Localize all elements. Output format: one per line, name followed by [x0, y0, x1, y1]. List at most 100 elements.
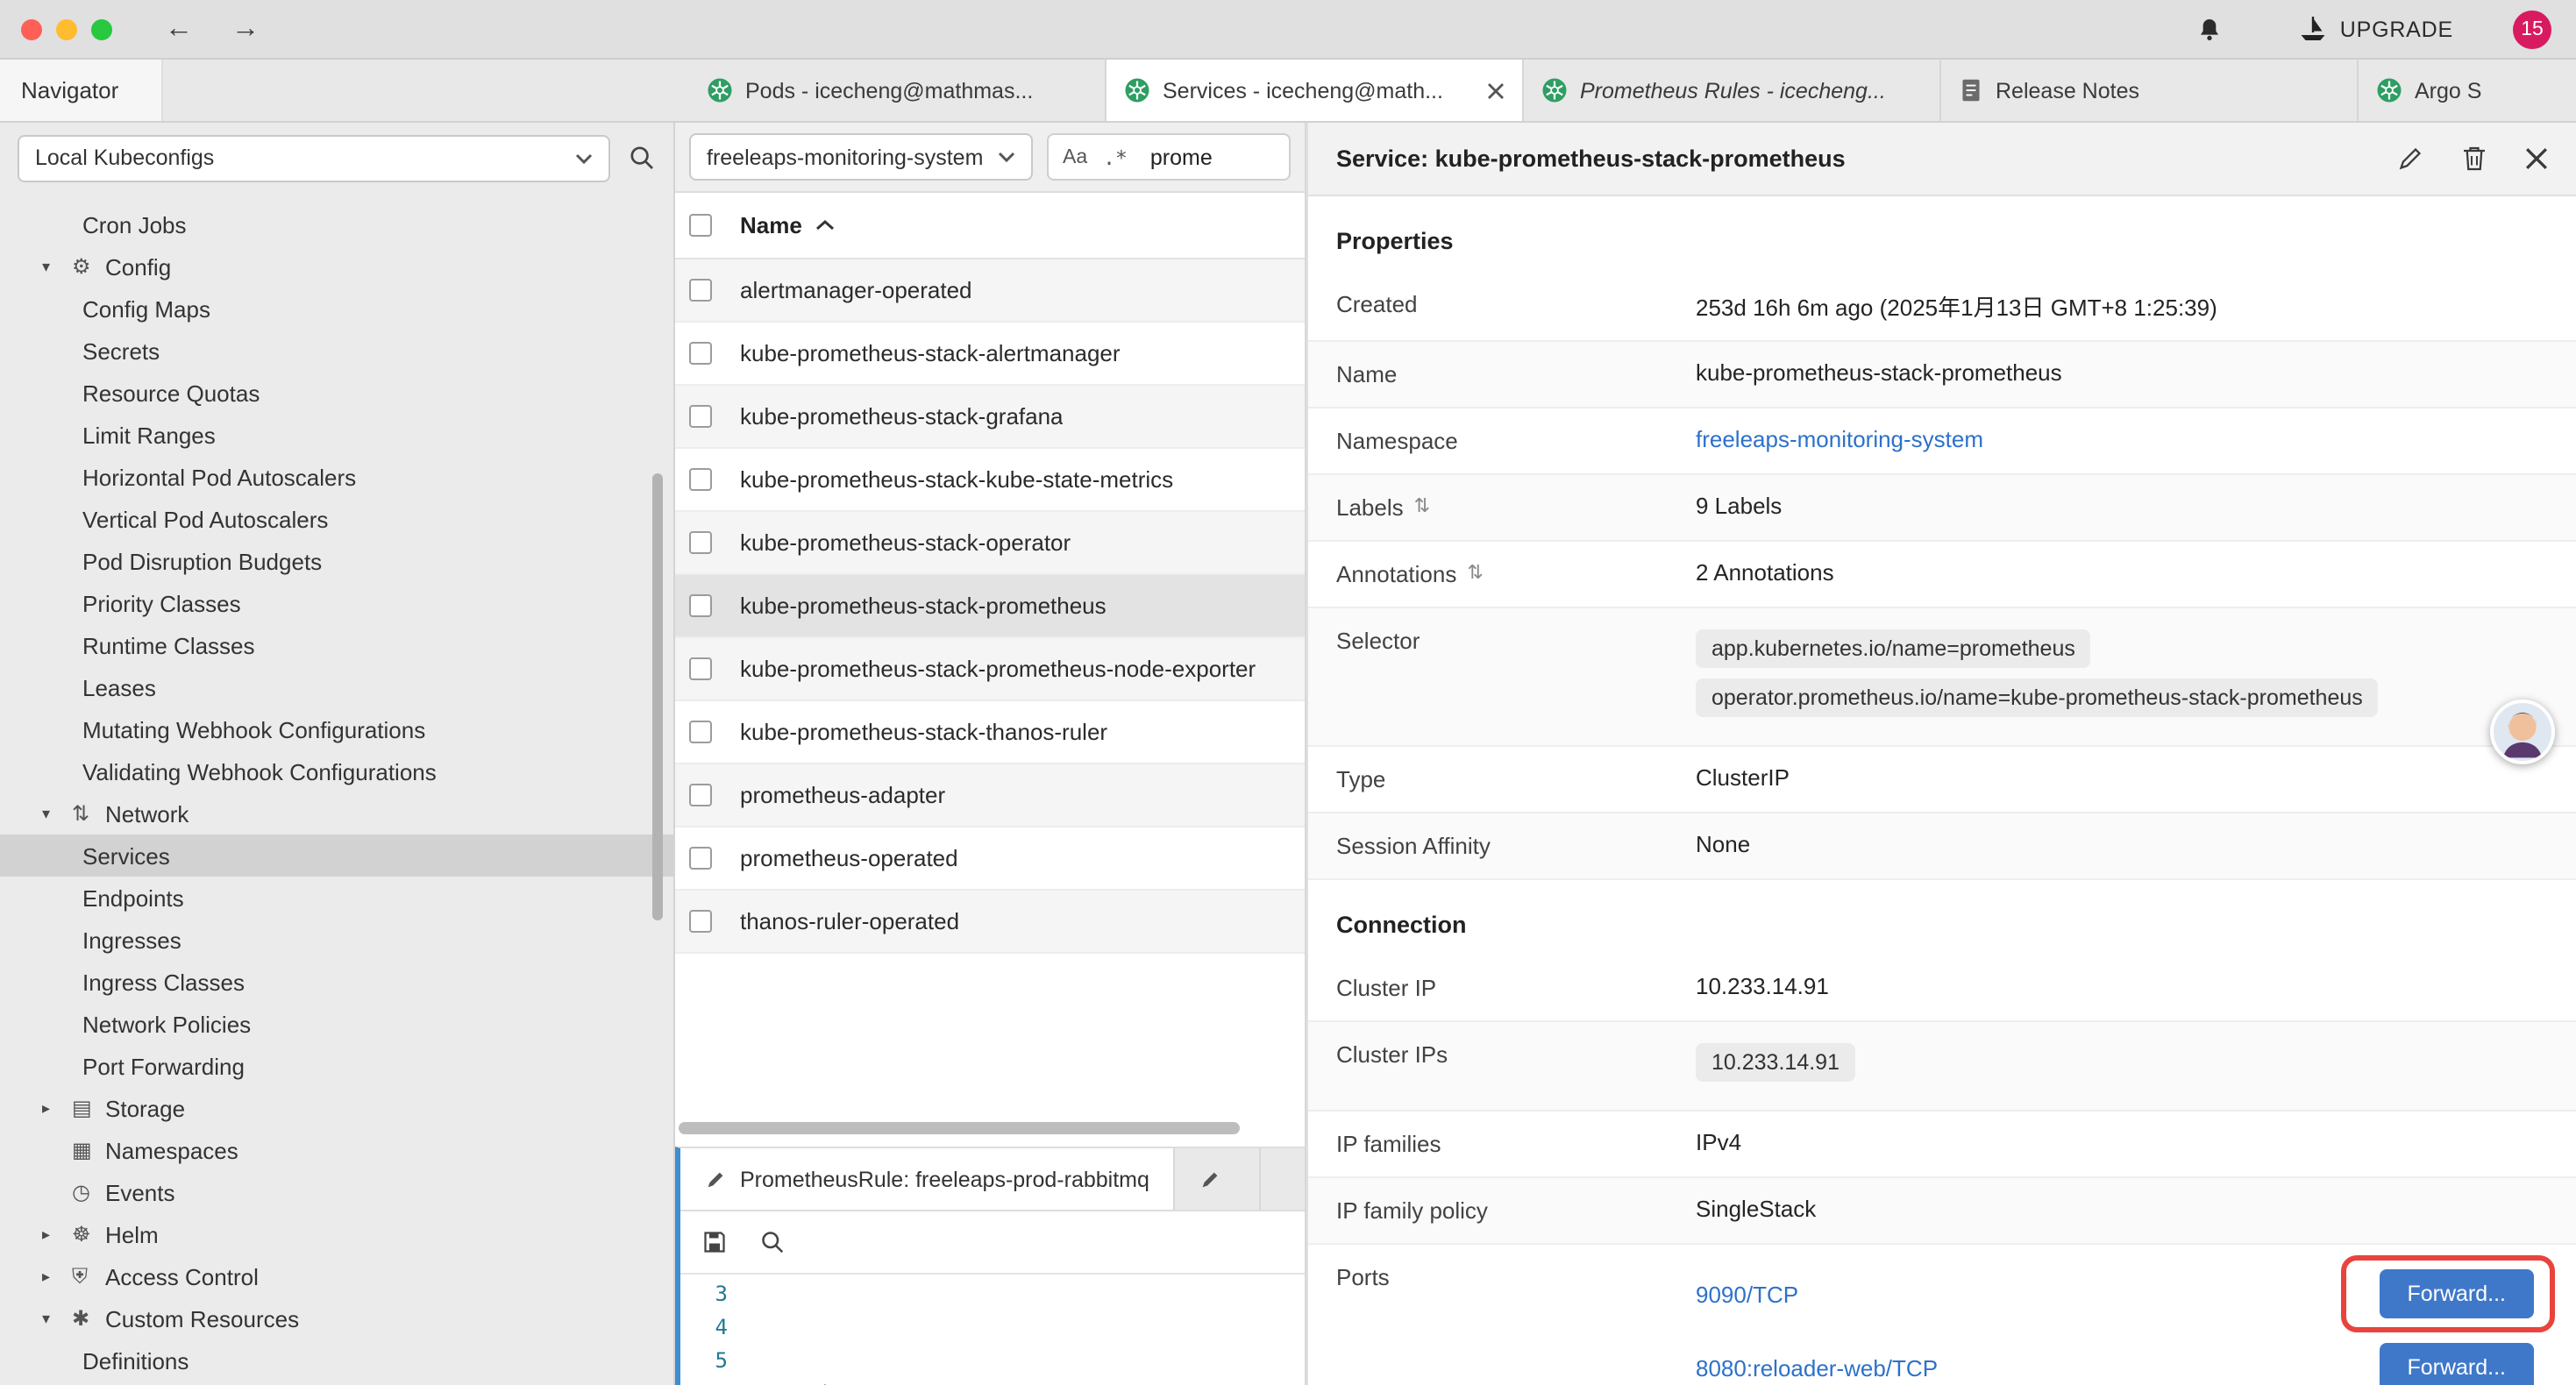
sidebar-item[interactable]: ▸ ☸ Helm	[0, 1213, 673, 1255]
row-checkbox[interactable]	[689, 847, 712, 870]
sort-toggle-icon[interactable]: ⇅	[1467, 561, 1483, 584]
sidebar-item[interactable]: ▸ ⛨ Access Control	[0, 1255, 673, 1297]
dock-tab[interactable]: PrometheusRule: freeleaps-prod-rabbitmq	[680, 1148, 1176, 1210]
back-button[interactable]: ←	[165, 15, 193, 43]
chevron-down-icon	[575, 152, 593, 164]
port-link[interactable]: 8080:reloader-web/TCP	[1696, 1354, 1938, 1381]
row-checkbox[interactable]	[689, 721, 712, 743]
select-all-checkbox[interactable]	[689, 214, 712, 237]
close-drawer-icon[interactable]	[2525, 147, 2548, 170]
sidebar-item[interactable]: ▾ ✱ Custom Resources	[0, 1297, 673, 1339]
sidebar-item[interactable]: ▸ ▤ Storage	[0, 1087, 673, 1129]
minimize-window-button[interactable]	[56, 18, 77, 39]
service-row[interactable]: kube-prometheus-stack-alertmanager	[675, 323, 1305, 386]
sidebar-item[interactable]: Endpoints	[0, 877, 673, 919]
sidebar-item[interactable]: Priority Classes	[0, 582, 673, 624]
sidebar-item[interactable]: Vertical Pod Autoscalers	[0, 498, 673, 540]
chevron-right-icon[interactable]: ▸	[42, 1225, 72, 1244]
port-forward-button[interactable]: Forward...	[2379, 1269, 2534, 1318]
sidebar-item[interactable]: Mutating Webhook Configurations	[0, 708, 673, 750]
service-row[interactable]: alertmanager-operated	[675, 259, 1305, 323]
service-row[interactable]: kube-prometheus-stack-operator	[675, 512, 1305, 575]
service-row[interactable]: prometheus-operated	[675, 827, 1305, 891]
chevron-down-icon[interactable]: ▾	[42, 804, 72, 823]
app-tab[interactable]: Prometheus Rules - icecheng...	[1524, 60, 1941, 121]
service-row[interactable]: kube-prometheus-stack-grafana	[675, 386, 1305, 449]
row-checkbox[interactable]	[689, 657, 712, 680]
chevron-right-icon[interactable]: ▸	[42, 1267, 72, 1286]
sidebar-item[interactable]: Limit Ranges	[0, 414, 673, 456]
delete-service-icon[interactable]	[2462, 146, 2487, 172]
sidebar-item[interactable]: ▾ ⇅ Network	[0, 792, 673, 835]
row-checkbox[interactable]	[689, 279, 712, 302]
property-row: Created 253d 16h 6m ago (2025年1月13日 GMT+…	[1308, 272, 2576, 342]
service-row[interactable]: kube-prometheus-stack-prometheus	[675, 575, 1305, 638]
sort-ascending-icon[interactable]	[816, 219, 836, 231]
sidebar-scrollbar[interactable]	[652, 473, 663, 920]
notifications-bell-icon[interactable]	[2196, 15, 2224, 43]
sidebar-item[interactable]: Ingress Classes	[0, 961, 673, 1003]
row-checkbox[interactable]	[689, 910, 712, 933]
dock-tab[interactable]	[1176, 1148, 1262, 1210]
notification-count-badge[interactable]: 15	[2513, 10, 2551, 48]
sidebar-item[interactable]: Secrets	[0, 330, 673, 372]
namespace-select[interactable]: freeleaps-monitoring-system	[689, 133, 1033, 181]
chevron-right-icon[interactable]: ▸	[42, 1098, 72, 1118]
port-forward-button[interactable]: Forward...	[2379, 1343, 2534, 1385]
service-row[interactable]: prometheus-adapter	[675, 764, 1305, 827]
service-row[interactable]: kube-prometheus-stack-thanos-ruler	[675, 701, 1305, 764]
sidebar-item[interactable]: Cron Jobs	[0, 203, 673, 245]
forward-button[interactable]: →	[231, 15, 260, 43]
sidebar-item[interactable]: Pod Disruption Budgets	[0, 540, 673, 582]
app-tab[interactable]: Argo S	[2359, 60, 2576, 121]
zoom-window-button[interactable]	[91, 18, 112, 39]
app-tab[interactable]: Release Notes	[1941, 60, 2359, 121]
row-checkbox[interactable]	[689, 784, 712, 806]
sidebar-item[interactable]: ▾ ⚙ Config	[0, 245, 673, 288]
search-box[interactable]: Aa .* prome	[1047, 133, 1291, 181]
regex-toggle[interactable]: .*	[1103, 145, 1128, 169]
sort-toggle-icon[interactable]: ⇅	[1414, 494, 1430, 517]
sidebar-item[interactable]: Services	[0, 835, 673, 877]
sidebar-item[interactable]: Leases	[0, 666, 673, 708]
service-row[interactable]: kube-prometheus-stack-prometheus-node-ex…	[675, 638, 1305, 701]
app-tab[interactable]: Services - icecheng@math...	[1107, 60, 1524, 121]
sidebar-item[interactable]: Ingresses	[0, 919, 673, 961]
app-tab[interactable]: Pods - icecheng@mathmas...	[689, 60, 1107, 121]
upgrade-button[interactable]: UPGRADE	[2298, 13, 2453, 45]
row-checkbox[interactable]	[689, 594, 712, 617]
chevron-down-icon[interactable]: ▾	[42, 1309, 72, 1328]
save-icon[interactable]	[701, 1229, 728, 1255]
row-checkbox[interactable]	[689, 405, 712, 428]
sidebar-item[interactable]: ▦ Namespaces	[0, 1129, 673, 1171]
assistant-avatar[interactable]	[2490, 700, 2555, 764]
row-checkbox[interactable]	[689, 342, 712, 365]
port-link[interactable]: 9090/TCP	[1696, 1281, 1798, 1307]
yaml-editor[interactable]: 345121314 metadata: annotations: kubectl…	[680, 1275, 1305, 1385]
sidebar-item[interactable]: Runtime Classes	[0, 624, 673, 666]
sidebar-item[interactable]: Resource Quotas	[0, 372, 673, 414]
match-case-toggle[interactable]: Aa	[1063, 146, 1087, 167]
service-row[interactable]: kube-prometheus-stack-kube-state-metrics	[675, 449, 1305, 512]
sidebar-item[interactable]: ◷ Events	[0, 1171, 673, 1213]
table-horizontal-scrollbar[interactable]	[679, 1122, 1240, 1134]
row-checkbox[interactable]	[689, 468, 712, 491]
close-tab-icon[interactable]	[1487, 82, 1505, 99]
sidebar-item[interactable]: Validating Webhook Configurations	[0, 750, 673, 792]
service-row[interactable]: thanos-ruler-operated	[675, 891, 1305, 954]
kubeconfig-select[interactable]: Local Kubeconfigs	[18, 134, 610, 181]
search-input[interactable]: prome	[1150, 145, 1213, 169]
edit-service-icon[interactable]	[2397, 146, 2423, 172]
search-icon[interactable]	[628, 144, 656, 172]
sidebar-item[interactable]: Network Policies	[0, 1003, 673, 1045]
chevron-down-icon[interactable]: ▾	[42, 257, 72, 276]
row-checkbox[interactable]	[689, 531, 712, 554]
sidebar-item[interactable]: Definitions	[0, 1339, 673, 1381]
sidebar-item[interactable]: Port Forwarding	[0, 1045, 673, 1087]
sidebar-item[interactable]: Horizontal Pod Autoscalers	[0, 456, 673, 498]
property-link[interactable]: freeleaps-monitoring-system	[1696, 426, 1983, 452]
editor-search-icon[interactable]	[759, 1229, 786, 1255]
name-column-header[interactable]: Name	[740, 212, 802, 238]
close-window-button[interactable]	[21, 18, 42, 39]
sidebar-item[interactable]: Config Maps	[0, 288, 673, 330]
